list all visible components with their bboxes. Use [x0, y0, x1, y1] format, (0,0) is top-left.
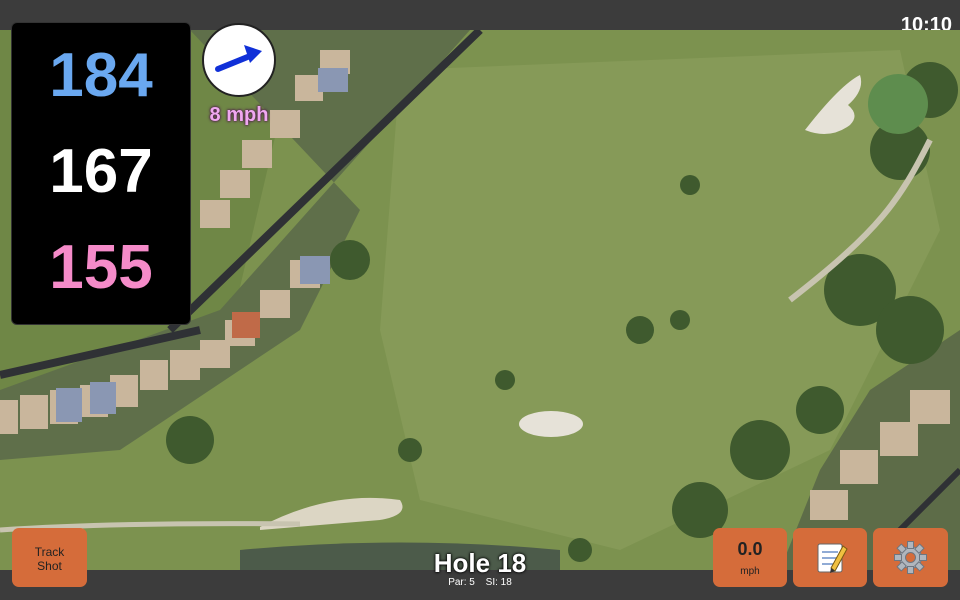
middle-of-green-distance: 167 — [49, 137, 153, 206]
front-of-green-distance: 155 — [49, 233, 153, 302]
track-shot-button[interactable]: Track Shot — [12, 528, 87, 587]
back-of-green-distance: 184 — [49, 41, 153, 110]
speed-value: 0.0 — [737, 539, 763, 559]
wind-direction-dial — [202, 23, 276, 97]
hole-stroke-index: SI: 18 — [485, 577, 512, 588]
speed-unit: mph — [740, 566, 760, 577]
hole-par: Par: 5 — [448, 577, 475, 588]
settings-button[interactable] — [873, 528, 948, 587]
notes-button[interactable] — [793, 528, 867, 587]
gear-icon — [894, 541, 927, 574]
speed-button[interactable]: 0.0 mph — [713, 528, 787, 587]
track-shot-label-line2: Shot — [37, 559, 62, 573]
hole-title: Hole 18 — [433, 548, 527, 578]
track-shot-label-line1: Track — [34, 545, 65, 559]
distance-panel: 184 167 155 — [11, 22, 191, 325]
arrow-east-northeast-icon — [215, 45, 262, 72]
notepad-icon — [817, 543, 848, 573]
wind-speed-label: 8 mph — [209, 104, 269, 126]
hole-info: Par: 5 SI: 18 — [380, 577, 580, 588]
